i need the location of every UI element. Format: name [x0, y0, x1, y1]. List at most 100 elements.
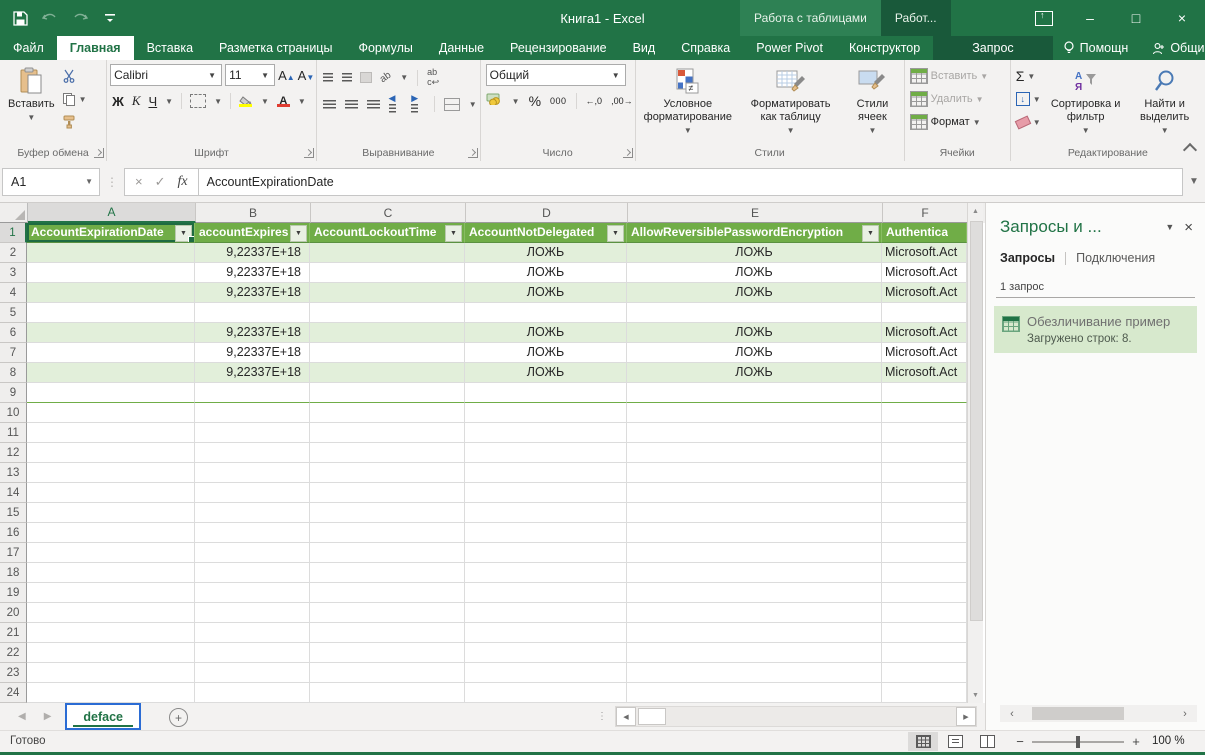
cell-B9[interactable]: [195, 383, 310, 403]
font-dialog-launcher-icon[interactable]: [304, 148, 314, 158]
decrease-indent-icon[interactable]: ◀: [389, 93, 403, 115]
sort-filter-button[interactable]: АЯ Сортировка и фильтр▼: [1043, 64, 1129, 139]
tab-view[interactable]: Вид: [620, 36, 669, 60]
row-header-11[interactable]: 11: [0, 423, 27, 443]
cell-A21[interactable]: [27, 623, 195, 643]
cell-F3[interactable]: Microsoft.Act: [882, 263, 967, 283]
percent-style-icon[interactable]: %: [529, 93, 541, 109]
tab-file[interactable]: Файл: [0, 36, 57, 60]
column-header-E[interactable]: E: [628, 203, 883, 223]
row-header-8[interactable]: 8: [0, 363, 27, 383]
cell-D24[interactable]: [465, 683, 627, 703]
cell-E15[interactable]: [627, 503, 882, 523]
page-layout-view-button[interactable]: [940, 732, 970, 751]
cell-D5[interactable]: [465, 303, 627, 323]
filter-button-C[interactable]: ▼: [445, 225, 462, 242]
row-header-19[interactable]: 19: [0, 583, 27, 603]
column-header-D[interactable]: D: [466, 203, 628, 223]
cell-F15[interactable]: [882, 503, 967, 523]
cell-D11[interactable]: [465, 423, 627, 443]
cell-F2[interactable]: Microsoft.Act: [882, 243, 967, 263]
cell-C12[interactable]: [310, 443, 465, 463]
clipboard-dialog-launcher-icon[interactable]: [94, 148, 104, 158]
cell-F18[interactable]: [882, 563, 967, 583]
zoom-out-icon[interactable]: −: [1015, 734, 1025, 749]
cell-C16[interactable]: [310, 523, 465, 543]
grow-font-icon[interactable]: A▲: [278, 68, 295, 83]
merge-caret[interactable]: ▼: [469, 100, 477, 109]
share-button[interactable]: Общий доступ: [1142, 41, 1205, 55]
formula-input[interactable]: AccountExpirationDate: [199, 168, 1183, 196]
customize-quick-access-icon[interactable]: [100, 8, 120, 28]
redo-icon[interactable]: [70, 8, 90, 28]
cell-C13[interactable]: [310, 463, 465, 483]
cell-C6[interactable]: [310, 323, 465, 343]
cell-D20[interactable]: [465, 603, 627, 623]
fill-color-caret[interactable]: ▼: [261, 97, 269, 106]
row-header-14[interactable]: 14: [0, 483, 27, 503]
cell-A6[interactable]: [27, 323, 195, 343]
row-header-20[interactable]: 20: [0, 603, 27, 623]
cell-D10[interactable]: [465, 403, 627, 423]
accounting-caret[interactable]: ▼: [512, 97, 520, 106]
add-sheet-icon[interactable]: +: [169, 708, 188, 727]
fill-button[interactable]: ↓▼: [1014, 89, 1043, 109]
cell-B8[interactable]: 9,22337E+18: [195, 363, 310, 383]
cell-D12[interactable]: [465, 443, 627, 463]
cell-D4[interactable]: ЛОЖЬ: [465, 283, 627, 303]
cell-C5[interactable]: [310, 303, 465, 323]
cell-A2[interactable]: [27, 243, 195, 263]
cell-D6[interactable]: ЛОЖЬ: [465, 323, 627, 343]
cell-C3[interactable]: [310, 263, 465, 283]
cell-A13[interactable]: [27, 463, 195, 483]
cell-C24[interactable]: [310, 683, 465, 703]
tab-query[interactable]: Запрос: [959, 36, 1026, 60]
row-header-6[interactable]: 6: [0, 323, 27, 343]
cell-D18[interactable]: [465, 563, 627, 583]
row-header-12[interactable]: 12: [0, 443, 27, 463]
wrap-text-icon[interactable]: abc↩: [427, 67, 439, 88]
cell-A7[interactable]: [27, 343, 195, 363]
select-all-corner[interactable]: [0, 203, 28, 223]
panel-scroll-left-icon[interactable]: ‹: [1000, 708, 1024, 720]
cell-E12[interactable]: [627, 443, 882, 463]
underline-button[interactable]: Ч: [148, 94, 157, 109]
cell-C18[interactable]: [310, 563, 465, 583]
cell-E14[interactable]: [627, 483, 882, 503]
tab-insert[interactable]: Вставка: [134, 36, 206, 60]
zoom-slider[interactable]: [1032, 741, 1124, 743]
accounting-format-icon[interactable]: [486, 92, 503, 110]
zoom-slider-thumb[interactable]: [1076, 736, 1080, 748]
scroll-right-icon[interactable]: ▶: [956, 707, 976, 726]
cell-E17[interactable]: [627, 543, 882, 563]
tab-review[interactable]: Рецензирование: [497, 36, 620, 60]
zoom-level[interactable]: 100 %: [1152, 735, 1185, 747]
cell-E16[interactable]: [627, 523, 882, 543]
cell-E19[interactable]: [627, 583, 882, 603]
cell-E10[interactable]: [627, 403, 882, 423]
orientation-icon[interactable]: ab: [378, 70, 393, 85]
cell-B22[interactable]: [195, 643, 310, 663]
save-icon[interactable]: [10, 8, 30, 28]
row-header-23[interactable]: 23: [0, 663, 27, 683]
cell-E22[interactable]: [627, 643, 882, 663]
cell-A19[interactable]: [27, 583, 195, 603]
cell-E3[interactable]: ЛОЖЬ: [627, 263, 882, 283]
cell-F20[interactable]: [882, 603, 967, 623]
filter-button-D[interactable]: ▼: [607, 225, 624, 242]
format-cells-button[interactable]: Формат▼: [908, 112, 991, 132]
cell-B20[interactable]: [195, 603, 310, 623]
cell-B18[interactable]: [195, 563, 310, 583]
increase-decimal-icon[interactable]: ←,0: [586, 96, 603, 106]
number-format-combo[interactable]: Общий▼: [486, 64, 626, 86]
delete-cells-button[interactable]: Удалить▼: [908, 89, 991, 109]
cell-F8[interactable]: Microsoft.Act: [882, 363, 967, 383]
cell-C10[interactable]: [310, 403, 465, 423]
panel-menu-caret-icon[interactable]: ▼: [1155, 222, 1184, 232]
cell-D15[interactable]: [465, 503, 627, 523]
cell-B12[interactable]: [195, 443, 310, 463]
cancel-icon[interactable]: ×: [135, 174, 143, 189]
cell-F10[interactable]: [882, 403, 967, 423]
cell-E5[interactable]: [627, 303, 882, 323]
row-header-17[interactable]: 17: [0, 543, 27, 563]
